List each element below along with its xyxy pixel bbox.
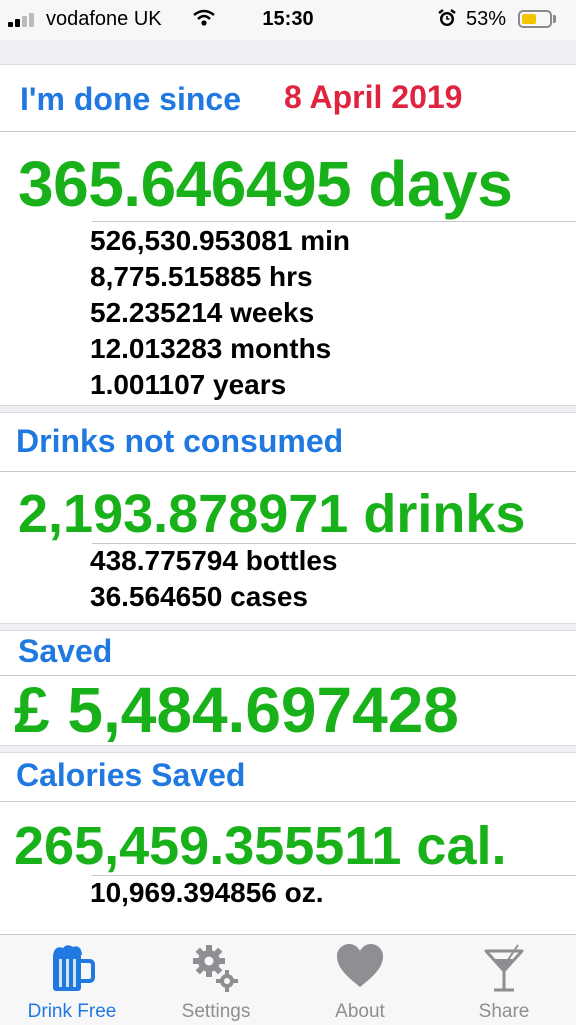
calories-heading: Calories Saved: [16, 757, 246, 793]
quit-date: 8 April 2019: [284, 79, 463, 115]
days-counter: 365.646495 days: [18, 148, 513, 220]
drinks-card: Drinks not consumed 2,193.878971 drinks …: [0, 412, 576, 624]
heart-icon: [288, 943, 432, 995]
battery-percent: 53%: [466, 8, 507, 30]
money-saved-amount: £ 5,484.697428: [14, 674, 459, 746]
tab-bar: Drink Free Settings About Share: [0, 934, 576, 1025]
beer-mug-icon: [0, 943, 144, 995]
alarm-icon: [436, 7, 458, 35]
tab-share-label: Share: [478, 1001, 530, 1022]
months-value: 12.013283 months: [90, 333, 332, 364]
hours-value: 8,775.515885 hrs: [90, 261, 313, 292]
tab-settings-label: Settings: [181, 1001, 251, 1022]
sobriety-card: I'm done since 8 April 2019 365.646495 d…: [0, 64, 576, 406]
status-bar: vodafone UK 15:30 53%: [0, 0, 576, 40]
money-saved-card: Saved £ 5,484.697428: [0, 630, 576, 746]
cocktail-glass-icon: [432, 943, 576, 995]
cases-value: 36.564650 cases: [90, 581, 308, 612]
tab-share[interactable]: Share: [432, 935, 576, 1025]
ounces-value: 10,969.394856 oz.: [90, 877, 324, 908]
tab-settings[interactable]: Settings: [144, 935, 288, 1025]
tab-drink-free[interactable]: Drink Free: [0, 935, 144, 1025]
sobriety-heading: I'm done since: [20, 81, 241, 117]
tab-about[interactable]: About: [288, 935, 432, 1025]
battery-icon: [518, 10, 552, 28]
saved-heading: Saved: [18, 633, 113, 669]
minutes-value: 526,530.953081 min: [90, 225, 350, 256]
calories-card: Calories Saved 265,459.355511 cal. 10,96…: [0, 752, 576, 935]
calories-counter: 265,459.355511 cal.: [14, 816, 507, 876]
drinks-counter: 2,193.878971 drinks: [18, 484, 526, 544]
drinks-heading: Drinks not consumed: [16, 423, 344, 459]
years-value: 1.001107 years: [90, 369, 287, 400]
tab-about-label: About: [335, 1001, 385, 1022]
bottles-value: 438.775794 bottles: [90, 545, 338, 576]
tab-drink-free-label: Drink Free: [27, 1001, 117, 1022]
weeks-value: 52.235214 weeks: [90, 297, 315, 328]
gears-icon: [144, 943, 288, 995]
main-content: I'm done since 8 April 2019 365.646495 d…: [0, 40, 576, 935]
